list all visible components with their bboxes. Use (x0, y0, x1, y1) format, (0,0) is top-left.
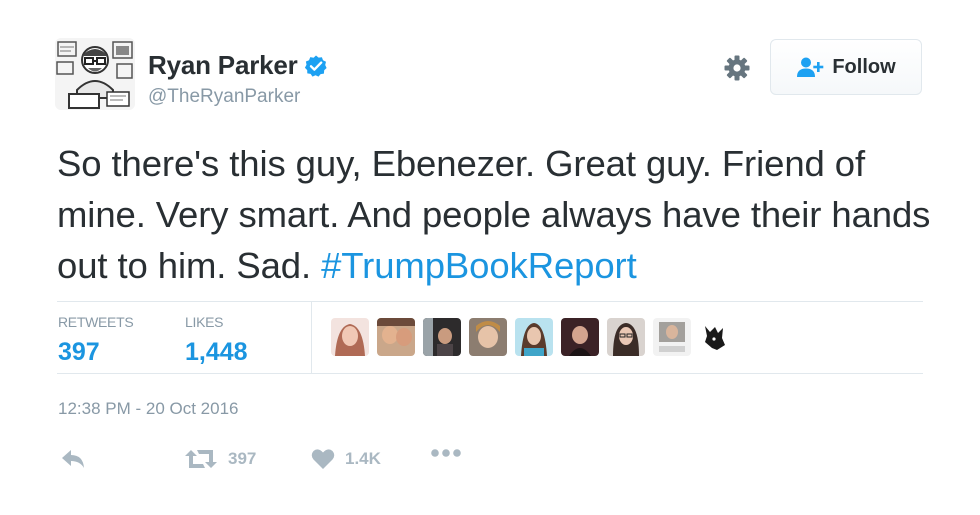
liker-avatar[interactable] (331, 318, 369, 356)
like-count: 1.4K (345, 449, 381, 468)
tweet-card: Ryan Parker @TheRyanParker Follow So the… (0, 0, 980, 515)
reply-icon (60, 448, 86, 470)
follow-button-label: Follow (832, 55, 896, 78)
tweet-text: So there's this guy, Ebenezer. Great guy… (57, 138, 937, 291)
divider (57, 373, 923, 374)
display-name[interactable]: Ryan Parker (148, 50, 298, 81)
heart-icon (311, 448, 335, 470)
divider (57, 301, 923, 302)
liker-avatar[interactable] (653, 318, 691, 356)
reply-button[interactable] (60, 448, 86, 470)
more-button[interactable] (430, 448, 462, 458)
hashtag-link[interactable]: #TrumpBookReport (321, 245, 637, 286)
liker-avatar[interactable] (377, 318, 415, 356)
user-handle[interactable]: @TheRyanParker (148, 86, 300, 108)
gear-icon[interactable] (722, 53, 752, 83)
retweet-button[interactable]: 397 (184, 448, 256, 470)
likes-label: LIKES (185, 314, 224, 330)
stats-separator (311, 301, 312, 373)
tweet-timestamp[interactable]: 12:38 PM - 20 Oct 2016 (58, 399, 239, 419)
liker-avatar[interactable] (423, 318, 461, 356)
liker-avatar[interactable] (515, 318, 553, 356)
like-button[interactable]: 1.4K (311, 448, 381, 470)
retweet-count: 397 (228, 449, 257, 468)
name-row: Ryan Parker (148, 50, 328, 81)
retweets-count: 397 (58, 338, 100, 366)
retweet-icon (184, 448, 218, 470)
liker-avatar[interactable] (699, 318, 729, 356)
retweets-stat[interactable]: RETWEETS 397 (58, 314, 134, 367)
liker-avatars (331, 318, 729, 356)
likes-count: 1,448 (185, 338, 248, 366)
retweets-label: RETWEETS (58, 314, 134, 330)
liker-avatar[interactable] (607, 318, 645, 356)
avatar[interactable] (55, 38, 135, 110)
likes-stat[interactable]: LIKES 1,448 (185, 314, 248, 367)
add-user-icon (796, 56, 824, 78)
liker-avatar[interactable] (561, 318, 599, 356)
verified-badge-icon (304, 54, 328, 78)
more-dots-icon (430, 448, 462, 458)
liker-avatar[interactable] (469, 318, 507, 356)
follow-button[interactable]: Follow (770, 39, 922, 95)
